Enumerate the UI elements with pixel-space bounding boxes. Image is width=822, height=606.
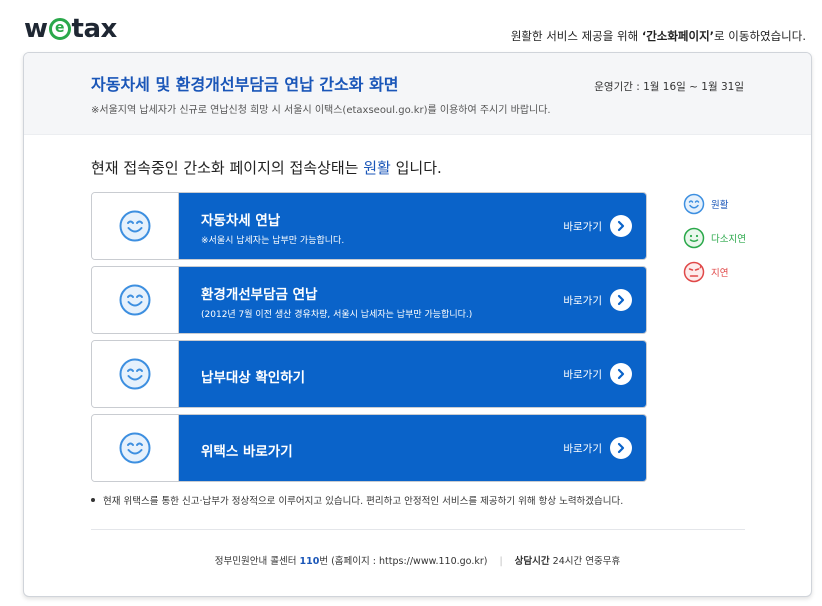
sad-face-icon <box>683 261 705 283</box>
redirect-notice-bold: ‘간소화페이지’ <box>641 29 715 43</box>
connection-status: 현재 접속중인 간소화 페이지의 접속상태는 원활 입니다. <box>91 157 442 178</box>
service-panel[interactable]: 위택스 바로가기 바로가기 <box>179 415 646 481</box>
chevron-right-icon <box>610 215 632 237</box>
legend-label: 다소지연 <box>711 234 746 245</box>
status-text-pre: 현재 접속중인 간소화 페이지의 접속상태는 <box>91 159 364 177</box>
status-face-box <box>92 341 179 407</box>
consult-hours-label: 상담시간 <box>514 556 550 567</box>
service-check-payment-target[interactable]: 납부대상 확인하기 바로가기 <box>91 340 647 408</box>
service-panel[interactable]: 환경개선부담금 연납 (2012년 7월 이전 생산 경유차량, 서울시 납세자… <box>179 267 646 333</box>
service-notice-text: 현재 위택스를 통한 신고·납부가 정상적으로 이루어지고 있습니다. 편리하고… <box>103 496 624 507</box>
service-environment-charge-prepay[interactable]: 환경개선부담금 연납 (2012년 7월 이전 생산 경유차량, 서울시 납세자… <box>91 266 647 334</box>
status-face-box <box>92 267 179 333</box>
status-value: 원활 <box>363 159 391 177</box>
service-title: 환경개선부담금 연납 <box>201 287 318 303</box>
call-center-label: 정부민원안내 콜센터 <box>214 556 300 567</box>
consult-hours-value: 24시간 연중무휴 <box>549 556 621 567</box>
wetax-logo[interactable]: w e tax <box>24 14 117 44</box>
chevron-right-icon <box>610 289 632 311</box>
logo-e-mark-icon: e <box>48 18 71 40</box>
call-center-number: 110 <box>299 556 320 567</box>
go-button[interactable]: 바로가기 <box>563 289 632 311</box>
footer-separator: | <box>499 556 503 567</box>
legend-delayed: 지연 <box>683 261 746 283</box>
legend-smooth: 원활 <box>683 193 746 215</box>
page-title: 자동차세 및 환경개선부담금 연납 간소화 화면 <box>91 75 399 94</box>
service-title: 자동차세 연납 <box>201 213 281 229</box>
smile-face-icon <box>119 210 151 242</box>
go-label: 바로가기 <box>563 220 602 233</box>
service-note: (2012년 7월 이전 생산 경유차량, 서울시 납세자는 납부만 가능합니다… <box>201 310 473 320</box>
redirect-notice-post: 로 이동하였습니다. <box>714 29 806 43</box>
neutral-face-icon <box>683 227 705 249</box>
smile-face-icon <box>119 432 151 464</box>
footer-contact: 정부민원안내 콜센터 110번 (홈페이지 : https://www.110.… <box>24 553 811 567</box>
legend-label: 지연 <box>711 268 729 279</box>
service-notice: 현재 위택스를 통한 신고·납부가 정상적으로 이루어지고 있습니다. 편리하고… <box>91 493 623 507</box>
redirect-notice: 원활한 서비스 제공을 위해 ‘간소화페이지’로 이동하였습니다. <box>511 28 806 44</box>
legend-slightly-delayed: 다소지연 <box>683 227 746 249</box>
top-bar: w e tax 원활한 서비스 제공을 위해 ‘간소화페이지’로 이동하였습니다. <box>0 0 822 52</box>
service-panel[interactable]: 자동차세 연납 ※서울시 납세자는 납부만 가능합니다. 바로가기 <box>179 193 646 259</box>
go-button[interactable]: 바로가기 <box>563 215 632 237</box>
card-header: 자동차세 및 환경개선부담금 연납 간소화 화면 ※서울지역 납세자가 신규로 … <box>24 53 811 135</box>
logo-text-pre: w <box>24 14 48 44</box>
status-face-box <box>92 415 179 481</box>
smile-face-icon <box>683 193 705 215</box>
go-button[interactable]: 바로가기 <box>563 437 632 459</box>
go-button[interactable]: 바로가기 <box>563 363 632 385</box>
legend-label: 원활 <box>711 200 729 211</box>
main-card: 자동차세 및 환경개선부담금 연납 간소화 화면 ※서울지역 납세자가 신규로 … <box>23 52 812 597</box>
chevron-right-icon <box>610 363 632 385</box>
bullet-icon <box>91 498 95 502</box>
service-go-wetax[interactable]: 위택스 바로가기 바로가기 <box>91 414 647 482</box>
go-label: 바로가기 <box>563 368 602 381</box>
redirect-notice-pre: 원활한 서비스 제공을 위해 <box>510 29 642 43</box>
service-title: 납부대상 확인하기 <box>201 370 306 386</box>
chevron-right-icon <box>610 437 632 459</box>
status-text-post: 입니다. <box>390 159 442 177</box>
status-face-box <box>92 193 179 259</box>
call-center-homepage: 번 (홈페이지 : https://www.110.go.kr) <box>319 556 488 567</box>
page-subtitle: ※서울지역 납세자가 신규로 연납신청 희망 시 서울시 이택스(etaxseo… <box>91 105 551 116</box>
smile-face-icon <box>119 284 151 316</box>
go-label: 바로가기 <box>563 294 602 307</box>
status-legend: 원활 다소지연 지연 <box>683 193 746 295</box>
operation-period: 운영기간 : 1월 16일 ~ 1월 31일 <box>594 81 744 93</box>
divider <box>91 529 745 530</box>
logo-text-post: tax <box>71 14 118 44</box>
service-panel[interactable]: 납부대상 확인하기 바로가기 <box>179 341 646 407</box>
service-vehicle-tax-prepay[interactable]: 자동차세 연납 ※서울시 납세자는 납부만 가능합니다. 바로가기 <box>91 192 647 260</box>
go-label: 바로가기 <box>563 442 602 455</box>
smile-face-icon <box>119 358 151 390</box>
service-title: 위택스 바로가기 <box>201 444 293 460</box>
service-note: ※서울시 납세자는 납부만 가능합니다. <box>201 236 345 246</box>
